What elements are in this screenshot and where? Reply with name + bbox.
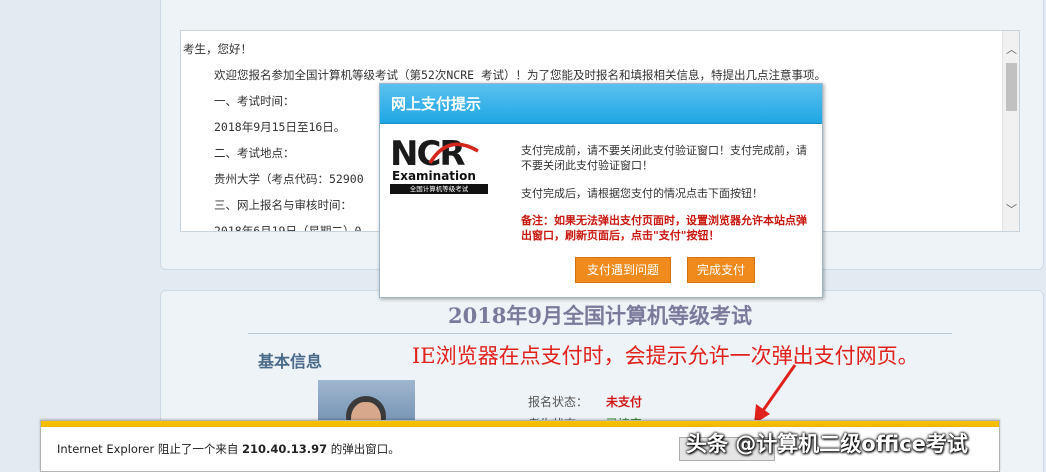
red-annotation: IE浏览器在点支付时，会提示允许一次弹出支付网页。 (412, 344, 919, 368)
payment-done-button[interactable]: 完成支付 (687, 257, 755, 283)
ncre-logo-subtitle: 全国计算机等级考试 (390, 184, 488, 194)
scroll-thumb[interactable] (1006, 63, 1017, 111)
registration-status-label: 报名状态： (528, 395, 589, 409)
notice-scrollbar[interactable]: ︿ ﹀ (1002, 31, 1019, 231)
payment-problem-button[interactable]: 支付遇到问题 (575, 257, 671, 283)
exam-title: 2018年9月全国计算机等级考试 (447, 303, 753, 328)
notice-greeting: 考生，您好！ (183, 42, 252, 56)
registration-status-value: 未支付 (606, 395, 643, 409)
watermark: 头条 @计算机二级office考试 (686, 432, 968, 456)
ie-popup-message: Internet Explorer 阻止了一个来自 210.40.13.97 的… (57, 441, 400, 457)
dialog-instruction-text: 支付完成后，请根据您支付的情况点击下面按钮！ (521, 187, 763, 200)
dialog-header: 网上支付提示 (380, 84, 822, 124)
dialog-note-text: 备注：如果无法弹出支付页面时，设置浏览器允许本站点弹出窗口，刷新页面后，点击"支… (521, 214, 807, 242)
payment-dialog: 网上支付提示 NCR Examination 全国计算机等级考试 支付完成前，请… (379, 83, 823, 298)
dialog-warning-text: 支付完成前，请不要关闭此支付验证窗口！支付完成前，请不要关闭此支付验证窗口！ (521, 144, 807, 172)
ie-message-prefix: Internet Explorer 阻止了一个来自 (57, 442, 243, 456)
dialog-title: 网上支付提示 (391, 95, 482, 113)
title-divider (248, 333, 952, 334)
ncre-logo-examination: Examination (392, 169, 476, 183)
ncre-logo: NCR Examination 全国计算机等级考试 (390, 137, 488, 195)
basic-info-heading: 基本信息 (258, 352, 323, 371)
ie-message-suffix: 的弹出窗口。 (327, 442, 400, 456)
ie-message-ip: 210.40.13.97 (242, 442, 328, 456)
scroll-down-icon[interactable]: ﹀ (1003, 201, 1019, 218)
scroll-up-icon[interactable]: ︿ (1003, 41, 1019, 58)
